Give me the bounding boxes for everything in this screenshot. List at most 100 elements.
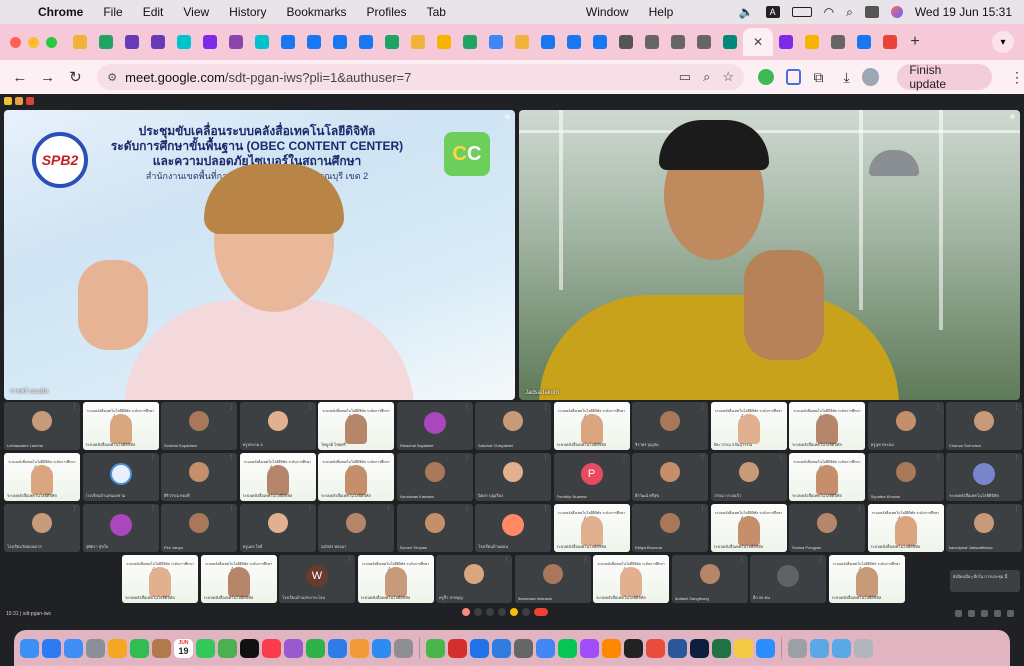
participant-tile[interactable]: Ekkachai Sayakhet ⋮: [396, 402, 473, 450]
chat-icon[interactable]: [981, 610, 988, 617]
participant-tile[interactable]: ระบบคลังสื่อเทคโนโลยีดิจิทัล ระดับการศึก…: [789, 453, 865, 501]
participant-tile[interactable]: Sombat Supadaen ⋮: [161, 402, 237, 450]
tab-pinned-5[interactable]: [197, 28, 223, 56]
tab-pinned-12[interactable]: [379, 28, 405, 56]
tile-more-icon[interactable]: ⋮: [622, 404, 627, 410]
downloads-icon[interactable]: ⤓: [843, 69, 849, 86]
menu-view[interactable]: View: [173, 5, 219, 19]
tile-more-icon[interactable]: ⋮: [308, 506, 313, 512]
maps-icon[interactable]: [218, 638, 237, 658]
trash-icon[interactable]: [854, 638, 873, 658]
tab-after-1[interactable]: [799, 28, 825, 56]
tab-pinned-24[interactable]: [691, 28, 717, 56]
tab-pinned-14[interactable]: [431, 28, 457, 56]
pages-icon[interactable]: [350, 638, 369, 658]
tab-pinned-6[interactable]: [223, 28, 249, 56]
battery-icon[interactable]: [791, 7, 812, 17]
tile-more-icon[interactable]: ⋮: [1014, 455, 1019, 461]
messenger-icon[interactable]: [580, 638, 599, 658]
participant-tile[interactable]: ระบบคลังสื่อเทคโนโลยีดิจิทัล ระดับการศึก…: [553, 504, 630, 552]
chrome-icon[interactable]: [536, 638, 555, 658]
participant-tile[interactable]: Naruewan Intarasin ⋮: [514, 555, 591, 603]
tile-more-icon[interactable]: ⋮: [661, 557, 666, 563]
excel-icon[interactable]: [712, 638, 731, 658]
close-tab-icon[interactable]: ✕: [753, 35, 763, 49]
tile-more-icon[interactable]: ⋮: [818, 557, 823, 563]
tile-more-icon[interactable]: ⋮: [857, 404, 862, 410]
tile-more-icon[interactable]: ⋮: [308, 404, 313, 410]
tab-pinned-7[interactable]: [249, 28, 275, 56]
vscode-icon[interactable]: [492, 638, 511, 658]
participant-tile[interactable]: Somsri Yimyam ⋮: [396, 504, 473, 552]
tile-more-icon[interactable]: ⋮: [936, 506, 941, 512]
main-video-left[interactable]: SPB2 ประชุมขับเคลื่อนระบบคลังสื่อเทคโนโล…: [4, 110, 515, 400]
tile-more-icon[interactable]: ⋮: [740, 557, 745, 563]
tile-more-icon[interactable]: ⋮: [936, 455, 941, 461]
mail-icon[interactable]: [64, 638, 83, 658]
bookmark-star-icon[interactable]: ☆: [722, 69, 734, 85]
captions-icon[interactable]: [498, 608, 506, 616]
terminal-icon[interactable]: [624, 638, 643, 658]
participant-tile[interactable]: ศิริวรรณ ทองดี ⋮: [161, 453, 237, 501]
participant-tile[interactable]: Pim Janya ⋮: [161, 504, 237, 552]
tab-active-meet[interactable]: ✕: [743, 28, 773, 56]
tab-after-3[interactable]: [851, 28, 877, 56]
participant-tile[interactable]: ระบบคลังสื่อเทคโนโลยีดิจิทัล ระดับการศึก…: [200, 555, 277, 603]
participant-tile[interactable]: Kittiya Boonma ⋮: [632, 504, 708, 552]
participant-tile[interactable]: kamolphat Jaiswatthiwon ⋮: [946, 504, 1022, 552]
tile-more-icon[interactable]: ⋮: [779, 506, 784, 512]
tab-pinned-25[interactable]: [717, 28, 743, 56]
menu-bookmarks[interactable]: Bookmarks: [277, 5, 357, 19]
tile-more-icon[interactable]: ⋮: [622, 506, 627, 512]
pin-icon[interactable]: [505, 114, 510, 119]
tile-more-icon[interactable]: ⋮: [229, 506, 234, 512]
tile-more-icon[interactable]: ⋮: [465, 506, 470, 512]
info-icon[interactable]: [955, 610, 962, 617]
control-center-icon[interactable]: [864, 6, 879, 18]
tab-pinned-23[interactable]: [665, 28, 691, 56]
participant-tile[interactable]: Nuttanit Sangthong ⋮: [671, 555, 748, 603]
tile-more-icon[interactable]: ⋮: [700, 455, 705, 461]
clock[interactable]: Wed 19 Jun 15:31: [915, 5, 1012, 19]
tile-more-icon[interactable]: ⋮: [72, 404, 77, 410]
tile-more-icon[interactable]: ⋮: [543, 404, 548, 410]
tab-pinned-2[interactable]: [119, 28, 145, 56]
tab-pinned-17[interactable]: [509, 28, 535, 56]
photos-icon[interactable]: [108, 638, 127, 658]
numbers-icon[interactable]: [306, 638, 325, 658]
participant-tile[interactable]: โรงเรียนบ้านหนองขาม ⋮: [82, 453, 159, 501]
vlc-icon[interactable]: [602, 638, 621, 658]
grid-extension-icon[interactable]: [785, 69, 802, 85]
participant-tile[interactable]: ระบบคลังสื่อเทคโนโลยีดิจิทัล ระดับการศึก…: [318, 453, 394, 501]
apple-tv-icon[interactable]: [240, 638, 259, 658]
camera-toggle-icon[interactable]: [486, 608, 494, 616]
emoji-icon[interactable]: [510, 608, 518, 616]
tab-pinned-20[interactable]: [587, 28, 613, 56]
zoom-icon[interactable]: ⌕: [703, 69, 710, 85]
minimize-window-icon[interactable]: [28, 36, 39, 48]
tile-more-icon[interactable]: ⋮: [700, 404, 705, 410]
tile-more-icon[interactable]: ⋮: [700, 506, 705, 512]
participant-tile[interactable]: ระบบคลังสื่อเทคโนโลยีดิจิทัล ระดับการศึก…: [867, 504, 944, 552]
input-source-icon[interactable]: A: [765, 6, 780, 18]
tile-more-icon[interactable]: ⋮: [779, 455, 784, 461]
finder-icon[interactable]: [20, 638, 39, 658]
tile-more-icon[interactable]: ⋮: [897, 557, 902, 563]
tab-pinned-1[interactable]: [93, 28, 119, 56]
tile-more-icon[interactable]: ⋮: [426, 557, 431, 563]
profile-avatar[interactable]: [861, 68, 880, 86]
tab-pinned-3[interactable]: [145, 28, 171, 56]
tile-more-icon[interactable]: ⋮: [269, 557, 274, 563]
tile-more-icon[interactable]: ⋮: [308, 455, 313, 461]
participant-tile[interactable]: Sakchai Chaiyakhet ⋮: [475, 402, 551, 450]
tile-more-icon[interactable]: ⋮: [1014, 404, 1019, 410]
tile-more-icon[interactable]: ⋮: [543, 506, 548, 512]
participant-tile[interactable]: Chanon Sornvisut ⋮: [946, 402, 1022, 450]
tile-more-icon[interactable]: ⋮: [72, 455, 77, 461]
volume-icon[interactable]: 🔈: [739, 5, 754, 19]
calendar-icon[interactable]: JUN 19: [174, 638, 193, 658]
bluetooth-icon[interactable]: [470, 638, 489, 658]
utorrent-icon[interactable]: [426, 638, 445, 658]
participant-tile[interactable]: ธีรวัฒน์ ศรีสุข ⋮: [632, 453, 708, 501]
podcasts-icon[interactable]: [284, 638, 303, 658]
